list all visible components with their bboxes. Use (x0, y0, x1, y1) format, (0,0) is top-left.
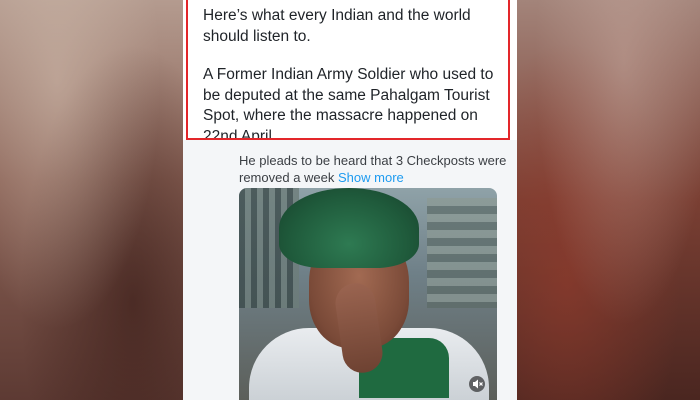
video-person-turban (279, 188, 419, 268)
tweet-screenshot-card: Here’s what every Indian and the world s… (183, 0, 517, 400)
blurred-background-right (510, 0, 700, 400)
show-more-link[interactable]: Show more (338, 170, 404, 185)
blurred-background-left (0, 0, 190, 400)
highlight-box (186, 0, 510, 140)
video-background-building-right (427, 198, 497, 308)
sound-icon[interactable] (469, 376, 485, 392)
video-player[interactable] (239, 188, 497, 400)
quoted-post-text: He pleads to be heard that 3 Checkposts … (239, 152, 509, 186)
